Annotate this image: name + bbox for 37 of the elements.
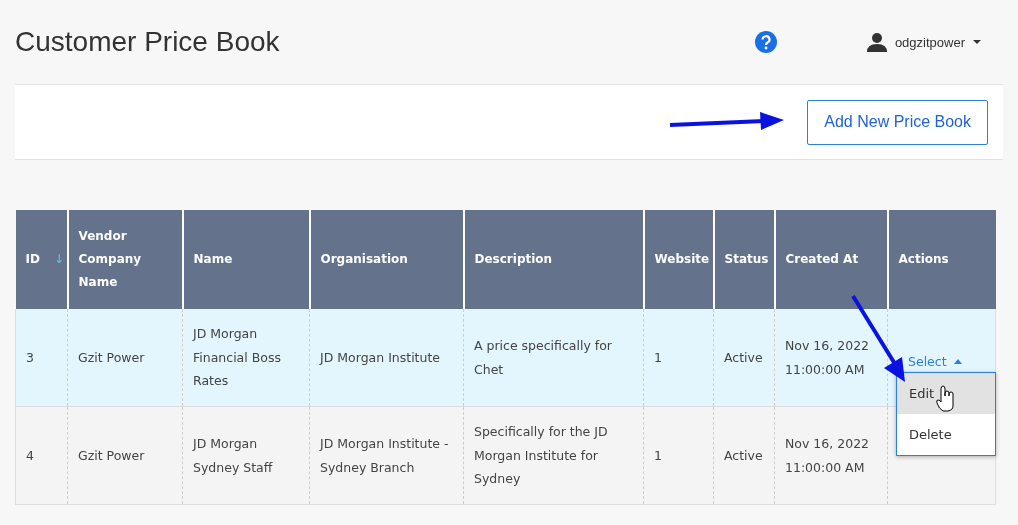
- column-header[interactable]: Created At: [774, 210, 888, 309]
- column-header[interactable]: Description: [463, 210, 644, 309]
- table-cell: A price specifically for Chet: [463, 309, 644, 407]
- column-header[interactable]: Vendor Company Name: [67, 210, 183, 309]
- sort-arrow-icon[interactable]: ↓: [53, 252, 64, 266]
- help-icon[interactable]: [754, 31, 777, 53]
- table-cell: Specifically for the JD Morgan Institute for Sydney: [463, 406, 644, 505]
- user-icon[interactable]: [866, 32, 887, 52]
- table-cell: Gzit Power: [67, 406, 183, 505]
- column-header[interactable]: Actions: [887, 210, 996, 309]
- menu-item[interactable]: Edit: [897, 373, 995, 414]
- table-cell: Active: [713, 309, 775, 407]
- table-cell: Active: [713, 406, 775, 505]
- column-header[interactable]: ID ↓: [15, 210, 68, 309]
- table-cell: JD Morgan Institute: [309, 309, 464, 407]
- select-dropdown[interactable]: Select: [908, 349, 962, 374]
- add-price-book-button[interactable]: Add New Price Book: [807, 99, 988, 145]
- table-cell: 1: [643, 309, 714, 407]
- page-title: Customer Price Book: [15, 26, 281, 58]
- caret-icon[interactable]: [973, 39, 981, 45]
- menu-item[interactable]: Delete: [897, 414, 995, 455]
- column-header[interactable]: Name: [182, 210, 310, 309]
- table-cell: Nov 16, 2022 11:00:00 AM: [774, 406, 888, 505]
- hand-cursor-icon: [936, 385, 954, 412]
- table-cell: Gzit Power: [67, 309, 183, 407]
- table-cell: JD Morgan Institute - Sydney Branch: [309, 406, 464, 505]
- table-cell: Nov 16, 2022 11:00:00 AM: [774, 309, 888, 407]
- column-header[interactable]: Organisation: [309, 210, 464, 309]
- table-cell: 3: [15, 309, 68, 407]
- user-menu[interactable]: odgzitpower: [894, 34, 965, 50]
- table-cell: 1: [643, 406, 714, 505]
- caret-icon: [953, 359, 962, 364]
- table-cell: JD Morgan Sydney Staff: [182, 406, 310, 505]
- column-header[interactable]: Status: [713, 210, 775, 309]
- column-header[interactable]: Website: [643, 210, 714, 309]
- table-cell: JD Morgan Financial Boss Rates: [182, 309, 310, 407]
- table-cell: 4: [15, 406, 68, 505]
